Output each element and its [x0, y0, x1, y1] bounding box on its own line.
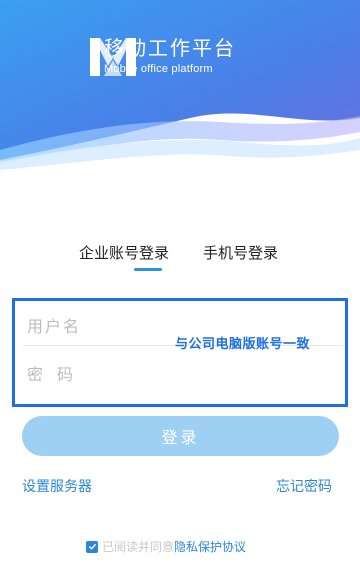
account-annotation: 与公司电脑版账号一致 — [175, 337, 311, 352]
header-wave-background — [0, 0, 360, 170]
password-input[interactable]: 密码 — [27, 361, 187, 397]
brand: 移动工作平台 Mobile office platform — [88, 36, 236, 76]
check-icon — [88, 543, 96, 550]
server-settings-link[interactable]: 设置服务器 — [22, 476, 92, 496]
agreement-text: 已阅读并同意 — [102, 540, 175, 554]
header-banner: 移动工作平台 Mobile office platform — [0, 0, 360, 170]
forgot-password-link[interactable]: 忘记密码 — [276, 476, 332, 496]
tab-enterprise-login[interactable]: 企业账号登录 — [79, 242, 169, 263]
privacy-agreement: 已阅读并同意 隐私保护协议 — [86, 538, 246, 555]
login-button[interactable]: 登录 — [22, 416, 339, 456]
tab-phone-login[interactable]: 手机号登录 — [203, 242, 278, 263]
login-tabs: 企业账号登录 手机号登录 — [0, 242, 360, 272]
m-logo-icon — [90, 38, 136, 76]
privacy-policy-link[interactable]: 隐私保护协议 — [174, 538, 246, 555]
username-input[interactable]: 用户名 — [27, 313, 187, 349]
agreement-checkbox[interactable] — [86, 540, 98, 553]
credentials-form: 用户名 密码 与公司电脑版账号一致 — [12, 298, 348, 407]
tab-selected-indicator — [134, 268, 162, 271]
